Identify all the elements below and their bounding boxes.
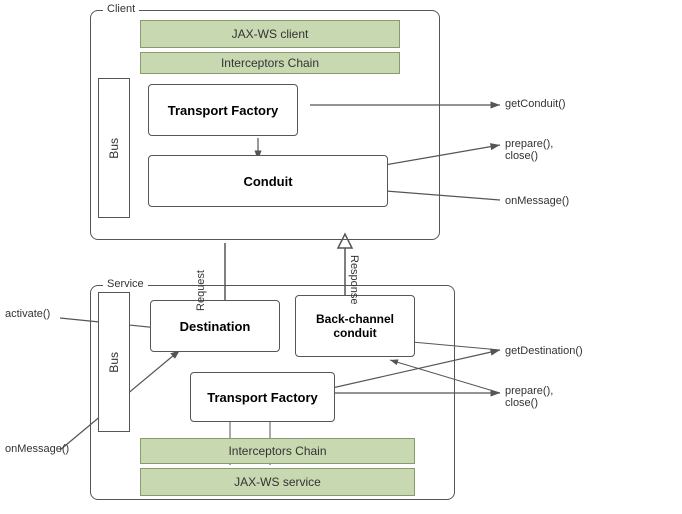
transport-factory-client-label: Transport Factory xyxy=(168,103,279,118)
transport-factory-client: Transport Factory xyxy=(148,84,298,136)
service-label: Service xyxy=(103,278,148,290)
conduit-label: Conduit xyxy=(243,174,292,189)
interceptors-client-bar: Interceptors Chain xyxy=(140,52,400,74)
bus-client-box: Bus xyxy=(98,78,130,218)
get-conduit-annotation: getConduit() xyxy=(505,98,566,110)
get-destination-label: getDestination() xyxy=(505,345,583,357)
prepare-close-1-label: prepare(), close() xyxy=(505,138,553,162)
transport-factory-service: Transport Factory xyxy=(190,372,335,422)
diagram: Client JAX-WS client Interceptors Chain … xyxy=(0,0,682,514)
client-label: Client xyxy=(103,3,139,15)
prepare-close-2-label: prepare(), close() xyxy=(505,385,553,409)
interceptors-service-bar: Interceptors Chain xyxy=(140,438,415,464)
backchannel-label: Back-channel conduit xyxy=(316,312,394,340)
request-label: Request xyxy=(195,270,207,311)
get-conduit-label: getConduit() xyxy=(505,98,566,110)
interceptors-service-label: Interceptors Chain xyxy=(228,444,326,458)
response-text: Response xyxy=(348,255,360,305)
get-destination-annotation: getDestination() xyxy=(505,345,583,357)
bus-service-box: Bus xyxy=(98,292,130,432)
destination-box: Destination xyxy=(150,300,280,352)
jaxws-client-bar: JAX-WS client xyxy=(140,20,400,48)
activate-annotation: activate() xyxy=(5,308,50,320)
prepare-close-1-annotation: prepare(), close() xyxy=(505,138,553,162)
on-message-1-annotation: onMessage() xyxy=(505,195,569,207)
jaxws-service-bar: JAX-WS service xyxy=(140,468,415,496)
bus-service-label: Bus xyxy=(107,352,121,373)
interceptors-client-label: Interceptors Chain xyxy=(221,56,319,70)
jaxws-client-label: JAX-WS client xyxy=(232,27,309,41)
destination-label: Destination xyxy=(180,319,251,334)
response-label: Response xyxy=(348,255,360,305)
on-message-1-label: onMessage() xyxy=(505,195,569,207)
activate-label: activate() xyxy=(5,308,50,320)
jaxws-service-label: JAX-WS service xyxy=(234,475,321,489)
conduit-box: Conduit xyxy=(148,155,388,207)
prepare-close-2-annotation: prepare(), close() xyxy=(505,385,553,409)
request-text: Request xyxy=(195,270,207,311)
bus-client-label: Bus xyxy=(107,138,121,159)
transport-factory-service-label: Transport Factory xyxy=(207,390,318,405)
on-message-2-label: onMessage() xyxy=(5,443,69,455)
on-message-2-annotation: onMessage() xyxy=(5,443,69,455)
